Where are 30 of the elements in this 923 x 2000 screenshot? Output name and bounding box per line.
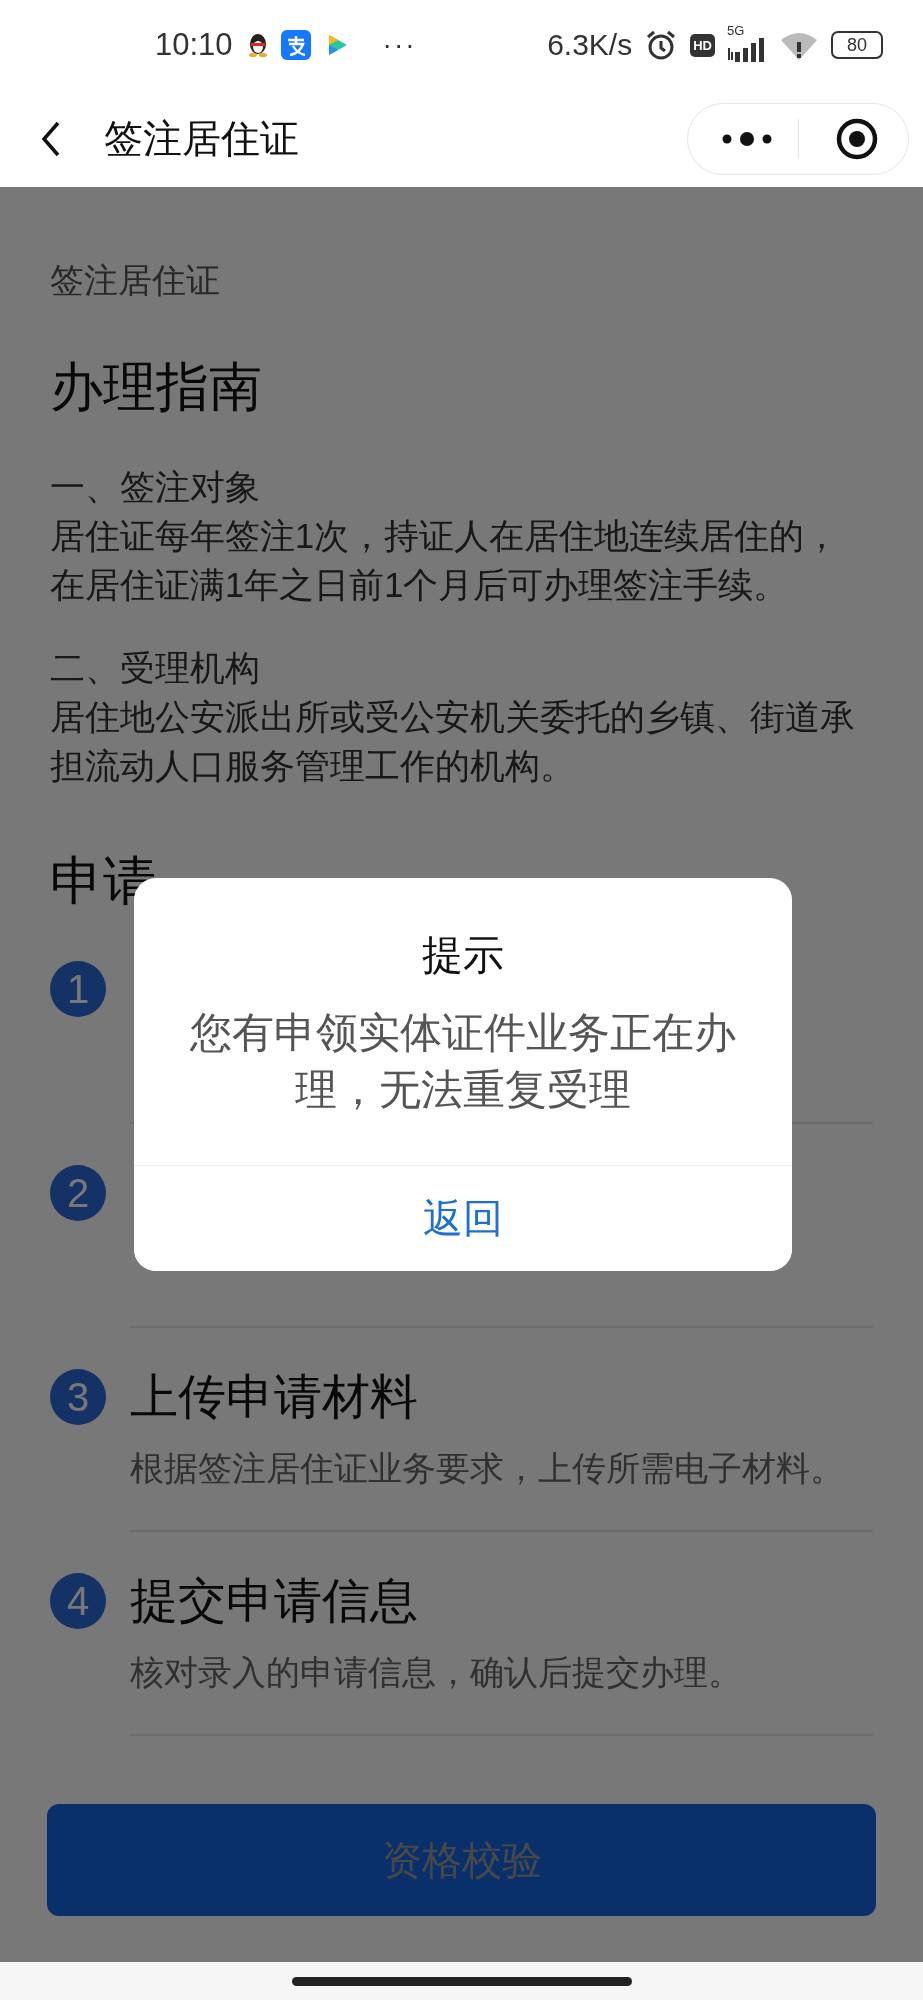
home-indicator[interactable]	[291, 1976, 632, 1986]
page-title: 签注居住证	[104, 115, 300, 162]
dialog-message: 您有申领实体证件业务正在办理，无法重复受理	[189, 1008, 737, 1115]
step-title: 提交申请信息	[130, 1573, 419, 1629]
section-heading: 办理指南	[50, 356, 263, 418]
wifi-icon	[779, 30, 819, 60]
penguin-icon	[246, 32, 269, 58]
step-number: 3	[50, 1369, 106, 1425]
step-number: 4	[50, 1573, 106, 1629]
step-description: 核对录入的申请信息，确认后提交办理。	[130, 1652, 743, 1693]
step-number: 2	[50, 1165, 106, 1221]
section-text: 居住证每年签注1次，持证人在居住地连续居住的，在居住证满1年之日前1个月后可办理签注手续。	[50, 516, 841, 606]
paragraph-label: 一、签注对象	[50, 467, 261, 508]
section-text: 居住地公安派出所或受公安机关委托的乡镇、街道承担流动人口服务管理工作的机构。	[50, 697, 856, 787]
step-title: 上传申请材料	[130, 1369, 419, 1425]
hd-badge: HD	[690, 33, 715, 57]
status-time: 10:10	[155, 27, 233, 63]
back-button[interactable]: 返回	[134, 1165, 792, 1271]
network-speed: 6.3K/s	[547, 28, 633, 62]
app-icon	[280, 30, 311, 60]
more-notifications: ···	[382, 29, 417, 61]
signal-icon	[727, 38, 767, 62]
step-number: 1	[50, 961, 106, 1017]
network-type: 5G	[727, 24, 745, 37]
battery-indicator: 80	[831, 31, 883, 59]
step-description: 根据签注居住证业务要求，上传所需电子材料。	[130, 1448, 845, 1489]
section-text: 签注居住证	[50, 260, 221, 301]
dialog-title: 提示	[422, 931, 504, 980]
close-icon[interactable]	[835, 116, 879, 161]
paragraph-label: 二、受理机构	[50, 648, 261, 689]
